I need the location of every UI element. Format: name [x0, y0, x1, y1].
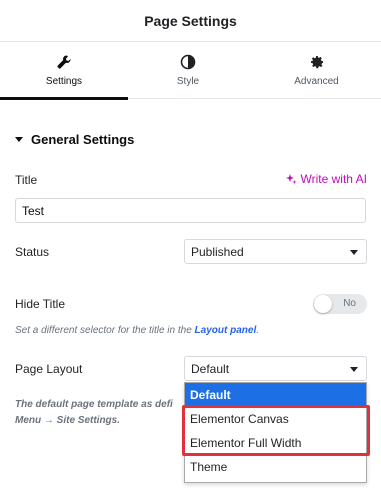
tab-bar: Settings Style Advanced	[0, 42, 381, 100]
status-value: Published	[191, 244, 244, 259]
option-elementor-canvas[interactable]: Elementor Canvas	[185, 407, 366, 431]
option-theme[interactable]: Theme	[185, 455, 366, 479]
toggle-text: No	[343, 298, 356, 309]
general-settings-section-toggle[interactable]: General Settings	[15, 132, 134, 147]
status-label: Status	[15, 245, 50, 259]
status-select[interactable]: Published	[184, 239, 367, 264]
hide-title-help-text: Set a different selector for the title i…	[15, 325, 195, 336]
toggle-knob	[314, 295, 332, 313]
page-layout-select[interactable]: Default	[184, 356, 367, 381]
page-layout-dropdown-list: Default Elementor Canvas Elementor Full …	[184, 382, 367, 483]
title-label: Title	[15, 173, 38, 187]
half-circle-icon	[180, 54, 196, 70]
title-input[interactable]	[15, 198, 366, 223]
page-layout-label: Page Layout	[15, 362, 83, 376]
tab-advanced[interactable]: Advanced	[252, 42, 381, 99]
tab-settings-label: Settings	[45, 76, 83, 87]
tab-advanced-label: Advanced	[294, 76, 339, 87]
page-title: Page Settings	[144, 12, 237, 29]
option-default[interactable]: Default	[185, 383, 366, 407]
dropdown-arrow-icon	[350, 367, 358, 372]
panel-header: Page Settings	[0, 0, 381, 42]
tab-style[interactable]: Style	[128, 42, 248, 99]
option-elementor-full-width[interactable]: Elementor Full Width	[185, 431, 366, 455]
page-layout-help-line2: Menu → Site Settings.	[15, 415, 121, 426]
tab-settings[interactable]: Settings	[0, 42, 128, 100]
hide-title-help: Set a different selector for the title i…	[15, 323, 259, 339]
caret-down-icon	[15, 137, 23, 142]
wrench-icon	[57, 55, 71, 69]
page-layout-value: Default	[191, 361, 230, 376]
section-title: General Settings	[31, 132, 135, 147]
sparkle-icon	[285, 174, 297, 184]
page-layout-help-line1: The default page template as defi	[15, 399, 173, 410]
write-with-ai-label: Write with AI	[300, 172, 367, 186]
hide-title-help-suffix: .	[256, 325, 260, 336]
dropdown-arrow-icon	[350, 250, 358, 255]
hide-title-toggle[interactable]: No	[313, 294, 367, 314]
write-with-ai-button[interactable]: Write with AI	[285, 172, 367, 186]
gear-icon	[310, 56, 323, 69]
layout-panel-link[interactable]: Layout panel	[195, 325, 257, 336]
hide-title-label: Hide Title	[15, 297, 66, 311]
tab-style-label: Style	[176, 76, 200, 87]
page-layout-help: The default page template as defi Menu →…	[15, 397, 173, 429]
